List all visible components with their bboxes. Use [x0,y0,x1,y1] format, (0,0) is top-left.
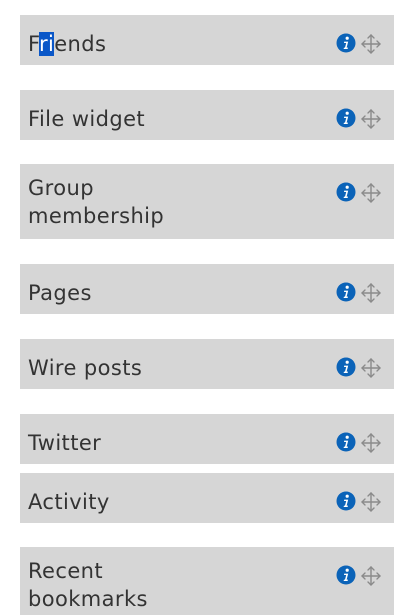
widget-controls [336,280,394,304]
widget-controls [336,31,394,55]
widget-pages[interactable]: Pages [20,264,394,314]
info-icon[interactable] [336,33,356,53]
widget-controls [336,106,394,130]
move-icon[interactable] [360,182,382,204]
widget-controls [336,489,394,513]
widget-title: Activity [28,490,110,514]
move-icon[interactable] [360,282,382,304]
move-icon[interactable] [360,565,382,587]
move-icon[interactable] [360,108,382,130]
info-icon[interactable] [336,432,356,452]
info-icon[interactable] [336,182,356,202]
widget-controls [336,430,394,454]
widget-title-post: ends [54,32,107,56]
info-icon[interactable] [336,282,356,302]
widget-wire-posts[interactable]: Wire posts [20,339,394,389]
move-icon[interactable] [360,432,382,454]
widget-title: Pages [28,281,92,305]
widget-file-widget[interactable]: File widget [20,90,394,140]
widget-title: Friends [28,30,288,58]
widget-recent-bookmarks[interactable]: Recent bookmarks [20,547,394,615]
move-icon[interactable] [360,33,382,55]
widget-friends[interactable]: Friends [20,15,394,65]
widget-controls [336,355,394,379]
widget-title: Recent bookmarks [28,559,148,611]
widget-twitter[interactable]: Twitter [20,414,394,464]
info-icon[interactable] [336,357,356,377]
move-icon[interactable] [360,357,382,379]
widget-title: Wire posts [28,356,143,380]
text-selection: ri [38,32,55,56]
info-icon[interactable] [336,491,356,511]
widget-list: Friends File widget Group membership Pag… [0,0,394,615]
widget-title: File widget [28,107,146,131]
widget-group-membership[interactable]: Group membership [20,164,394,239]
move-icon[interactable] [360,491,382,513]
widget-controls [336,563,394,587]
info-icon[interactable] [336,565,356,585]
widget-activity[interactable]: Activity [20,473,394,523]
widget-title: Group membership [28,176,165,228]
widget-title-pre: F [28,32,39,56]
widget-controls [336,180,394,204]
widget-title: Twitter [28,431,102,455]
info-icon[interactable] [336,108,356,128]
